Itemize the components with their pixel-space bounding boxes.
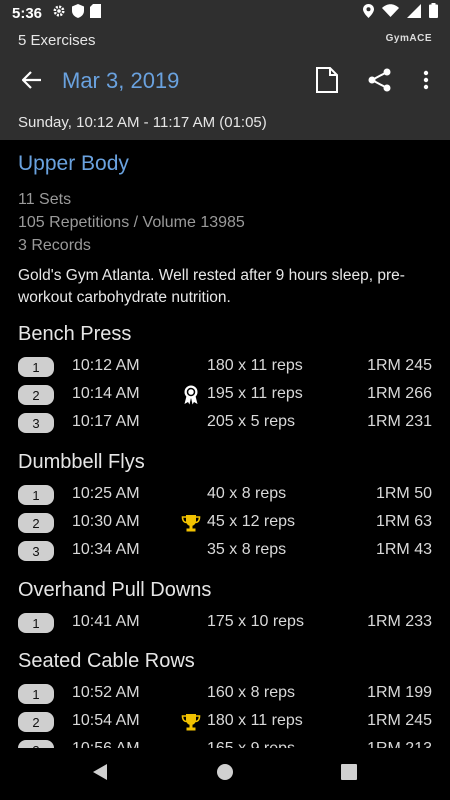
set-number: 2 [18, 712, 54, 732]
set-reps: 165 x 9 reps [207, 740, 295, 748]
set-1rm: 1RM 50 [375, 485, 432, 502]
set-1rm: 1RM 199 [367, 684, 432, 701]
back-button[interactable] [18, 68, 46, 96]
page-title: Mar 3, 2019 [62, 68, 180, 93]
set-time: 10:17 AM [72, 413, 140, 430]
set-time: 10:14 AM [72, 385, 140, 402]
set-number: 1 [18, 485, 54, 505]
set-reps: 160 x 8 reps [207, 684, 296, 701]
workout-datetime: Sunday, 10:12 AM - 11:17 AM (01:05) [18, 114, 267, 131]
set-number: 2 [18, 385, 54, 405]
workout-records: 3 Records [18, 237, 91, 254]
set-reps: 195 x 11 reps [207, 385, 303, 402]
set-time: 10:56 AM [72, 740, 140, 748]
workout-sets: 11 Sets [18, 191, 72, 208]
battery-icon [429, 3, 438, 23]
set-time: 10:41 AM [72, 613, 140, 630]
set-row[interactable]: 3 10:56 AM 165 x 9 reps 1RM 213 [0, 736, 450, 748]
set-1rm: 1RM 233 [367, 613, 432, 630]
exercise-title[interactable]: Dumbbell Flys [18, 451, 145, 474]
set-time: 10:52 AM [72, 684, 140, 701]
exercise-count: 5 Exercises [18, 32, 96, 49]
exercise-title[interactable]: Overhand Pull Downs [18, 579, 211, 602]
workout-name: Upper Body [18, 152, 129, 175]
brand-logo: GymACE [385, 33, 432, 44]
set-reps: 35 x 8 reps [207, 541, 287, 558]
document-button[interactable] [311, 66, 343, 98]
set-reps: 175 x 10 reps [207, 613, 304, 630]
signal-icon [407, 3, 421, 23]
set-time: 10:34 AM [72, 541, 140, 558]
document-icon [316, 66, 338, 98]
set-number: 3 [18, 740, 54, 748]
back-triangle-icon [92, 763, 108, 786]
sd-card-icon [90, 3, 102, 23]
workout-notes: Gold's Gym Atlanta. Well rested after 9 … [18, 267, 405, 306]
more-vert-icon [423, 70, 429, 95]
set-number: 3 [18, 413, 54, 433]
set-row[interactable]: 2 10:30 AM 45 x 12 reps 1RM 63 [0, 509, 450, 537]
set-time: 10:25 AM [72, 485, 140, 502]
trophy-icon [180, 711, 202, 733]
medal-icon [180, 384, 202, 406]
arrow-back-icon [21, 70, 42, 94]
set-time: 10:54 AM [72, 712, 140, 729]
set-1rm: 1RM 213 [367, 740, 432, 748]
trophy-icon [180, 512, 202, 534]
workout-volume: 105 Repetitions / Volume 13985 [18, 214, 245, 231]
nav-home-button[interactable] [213, 762, 237, 786]
more-options-button[interactable] [410, 66, 442, 98]
set-time: 10:30 AM [72, 513, 140, 530]
set-number: 3 [18, 541, 54, 561]
set-reps: 205 x 5 reps [207, 413, 296, 430]
nav-recents-button[interactable] [337, 762, 361, 786]
set-row[interactable]: 3 10:17 AM 205 x 5 reps 1RM 231 [0, 409, 450, 437]
exercise-title[interactable]: Bench Press [18, 323, 131, 346]
set-row[interactable]: 2 10:14 AM 195 x 11 reps 1RM 266 [0, 381, 450, 409]
set-row[interactable]: 1 10:41 AM 175 x 10 reps 1RM 233 [0, 609, 450, 637]
share-icon [367, 67, 393, 98]
nav-back-button[interactable] [88, 762, 112, 786]
settings-icon [52, 4, 66, 23]
status-time: 5:36 [12, 4, 43, 22]
set-row[interactable]: 1 10:52 AM 160 x 8 reps 1RM 199 [0, 680, 450, 708]
share-button[interactable] [364, 66, 396, 98]
wifi-icon [382, 4, 399, 22]
set-number: 2 [18, 513, 54, 533]
shield-icon [72, 3, 85, 23]
set-row[interactable]: 3 10:34 AM 35 x 8 reps 1RM 43 [0, 537, 450, 565]
set-1rm: 1RM 43 [375, 541, 432, 558]
set-reps: 45 x 12 reps [207, 513, 296, 530]
set-1rm: 1RM 266 [367, 385, 432, 402]
set-reps: 40 x 8 reps [207, 485, 287, 502]
set-1rm: 1RM 245 [367, 712, 432, 729]
recents-square-icon [341, 763, 357, 785]
home-circle-icon [216, 763, 234, 786]
set-number: 1 [18, 357, 54, 377]
set-time: 10:12 AM [72, 357, 140, 374]
set-row[interactable]: 1 10:12 AM 180 x 11 reps 1RM 245 [0, 353, 450, 381]
set-1rm: 1RM 231 [367, 413, 432, 430]
set-number: 1 [18, 613, 54, 633]
app-bar: 5 Exercises GymACE Mar 3, 2019 Sunday, 1… [0, 26, 450, 140]
set-reps: 180 x 11 reps [207, 712, 303, 729]
set-number: 1 [18, 684, 54, 704]
navigation-bar [0, 748, 450, 800]
workout-content[interactable]: Upper Body 11 Sets 105 Repetitions / Vol… [0, 140, 450, 748]
set-row[interactable]: 2 10:54 AM 180 x 11 reps 1RM 245 [0, 708, 450, 736]
status-bar: 5:36 [0, 0, 450, 26]
set-1rm: 1RM 245 [367, 357, 432, 374]
set-row[interactable]: 1 10:25 AM 40 x 8 reps 1RM 50 [0, 481, 450, 509]
location-icon [363, 3, 374, 23]
exercise-title[interactable]: Seated Cable Rows [18, 650, 195, 673]
set-1rm: 1RM 63 [375, 513, 432, 530]
set-reps: 180 x 11 reps [207, 357, 303, 374]
